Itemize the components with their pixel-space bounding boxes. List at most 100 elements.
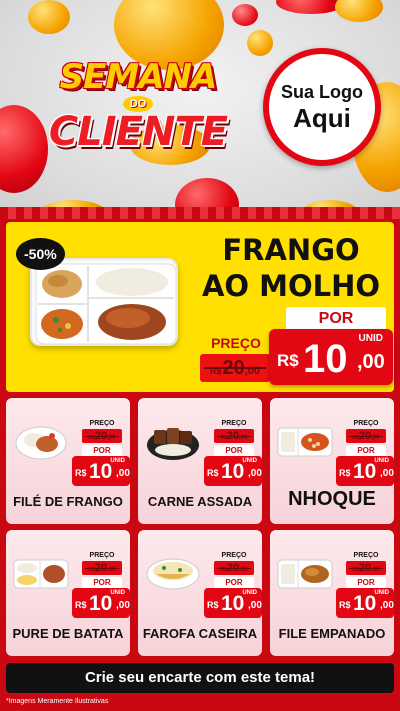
new-price-dec: ,00 bbox=[116, 468, 130, 479]
title-cliente: CLIENTE bbox=[48, 109, 228, 155]
tray-breaded-icon bbox=[276, 552, 334, 594]
hero-banner: SEMANA DO CLIENTE Sua Logo Aqui bbox=[0, 0, 400, 215]
decorative-ribbon bbox=[0, 207, 400, 219]
por-label: POR bbox=[346, 577, 386, 588]
logo-placeholder[interactable]: Sua Logo Aqui bbox=[263, 48, 381, 166]
strikethrough bbox=[349, 568, 383, 569]
product-card[interactable]: PREÇO R$ 20,00 POR UNID R$ 10,00 PURE DE BA… bbox=[6, 530, 130, 656]
featured-product[interactable]: -50% FRANGO AO MOLHO PREÇO R$ 20 ,00 POR… bbox=[6, 222, 394, 392]
tray-chicken-sauce-icon bbox=[30, 258, 178, 346]
old-price: R$ 20,00 bbox=[346, 561, 386, 575]
disclaimer: *Imagens Meramente Ilustrativas bbox=[6, 698, 109, 705]
new-price-currency: R$ bbox=[277, 351, 299, 370]
unit-label: UNID bbox=[242, 458, 257, 464]
title-semana: SEMANA bbox=[59, 57, 218, 97]
product-name: NHOQUE bbox=[288, 488, 376, 510]
new-price-int: 10 bbox=[221, 460, 245, 483]
new-price-currency: R$ bbox=[207, 600, 219, 610]
por-label: POR bbox=[214, 445, 254, 456]
title-do: DO bbox=[122, 96, 154, 112]
logo-text-line1: Sua Logo bbox=[281, 82, 363, 102]
por-label: POR bbox=[346, 445, 386, 456]
price-label: PREÇO bbox=[89, 552, 115, 559]
unit-label: UNID bbox=[242, 590, 257, 596]
product-card[interactable]: PREÇO R$ 20,00 POR UNID R$ 10,00 NHOQUE bbox=[270, 398, 394, 524]
new-price-int: 10 bbox=[353, 592, 377, 615]
new-price: UNID R$ 10,00 bbox=[204, 588, 262, 618]
old-price: R$ 20 ,00 bbox=[200, 354, 270, 382]
new-price-int: 10 bbox=[303, 337, 348, 381]
product-card[interactable]: PREÇO R$ 20,00 POR UNID R$ 10,00 FILE EMPAN… bbox=[270, 530, 394, 656]
product-name: CARNE ASSADA bbox=[147, 494, 253, 509]
por-label: POR bbox=[82, 445, 122, 456]
new-price-dec: ,00 bbox=[248, 468, 262, 479]
old-price: R$ 20,00 bbox=[82, 561, 122, 575]
campaign-title: SEMANA DO CLIENTE bbox=[18, 60, 258, 152]
new-price-dec: ,00 bbox=[357, 351, 385, 373]
price-label: PREÇO bbox=[89, 420, 115, 427]
old-price: R$ 20,00 bbox=[346, 429, 386, 443]
strikethrough bbox=[85, 568, 119, 569]
product-card[interactable]: PREÇO R$ 20,00 POR UNID R$ 10,00 FILÉ DE FR… bbox=[6, 398, 130, 524]
strikethrough bbox=[349, 436, 383, 437]
product-name: FILE EMPANADO bbox=[278, 626, 386, 641]
unit-label: UNID bbox=[110, 590, 125, 596]
logo-text-line2: Aqui bbox=[293, 103, 351, 133]
new-price-dec: ,00 bbox=[380, 468, 394, 479]
strikethrough bbox=[204, 367, 266, 369]
new-price-dec: ,00 bbox=[248, 600, 262, 611]
tray-pure-icon bbox=[12, 552, 70, 594]
product-name: PURE DE BATATA bbox=[12, 626, 124, 641]
new-price-dec: ,00 bbox=[380, 600, 394, 611]
product-card[interactable]: PREÇO R$ 20,00 POR UNID R$ 10,00 CARNE ASSA… bbox=[138, 398, 262, 524]
new-price-int: 10 bbox=[89, 460, 113, 483]
strikethrough bbox=[217, 568, 251, 569]
red-balloon bbox=[232, 4, 258, 26]
product-name: FAROFA CASEIRA bbox=[142, 626, 258, 641]
price-label: PREÇO bbox=[221, 420, 247, 427]
price-label: PREÇO bbox=[211, 335, 261, 351]
bowl-beef-icon bbox=[144, 420, 202, 462]
price-label: PREÇO bbox=[221, 552, 247, 559]
yellow-balloon bbox=[247, 30, 273, 56]
featured-name-line1: FRANGO bbox=[222, 233, 360, 267]
new-price: UNID R$ 10 ,00 bbox=[269, 329, 393, 385]
new-price-int: 10 bbox=[89, 592, 113, 615]
yellow-balloon bbox=[28, 0, 70, 34]
new-price-currency: R$ bbox=[75, 600, 87, 610]
price-label: PREÇO bbox=[353, 420, 379, 427]
bowl-farofa-icon bbox=[144, 552, 202, 594]
new-price-currency: R$ bbox=[339, 468, 351, 478]
new-price-int: 10 bbox=[353, 460, 377, 483]
por-label: POR bbox=[286, 307, 386, 331]
bowl-chicken-icon bbox=[12, 420, 70, 462]
unit-label: UNID bbox=[358, 333, 383, 344]
strikethrough bbox=[85, 436, 119, 437]
old-price: R$ 20,00 bbox=[82, 429, 122, 443]
new-price: UNID R$ 10,00 bbox=[72, 456, 130, 486]
old-price: R$ 20,00 bbox=[214, 561, 254, 575]
yellow-balloon bbox=[335, 0, 383, 22]
new-price-dec: ,00 bbox=[116, 600, 130, 611]
new-price-int: 10 bbox=[221, 592, 245, 615]
featured-name: FRANGO AO MOLHO bbox=[196, 232, 386, 304]
cta-button[interactable]: Crie seu encarte com este tema! bbox=[6, 663, 394, 693]
old-price: R$ 20,00 bbox=[214, 429, 254, 443]
new-price: UNID R$ 10,00 bbox=[72, 588, 130, 618]
new-price-currency: R$ bbox=[75, 468, 87, 478]
new-price: UNID R$ 10,00 bbox=[204, 456, 262, 486]
por-label: POR bbox=[214, 577, 254, 588]
tray-gnocchi-icon bbox=[276, 420, 334, 462]
product-card[interactable]: PREÇO R$ 20,00 POR UNID R$ 10,00 FAROFA CAS… bbox=[138, 530, 262, 656]
unit-label: UNID bbox=[110, 458, 125, 464]
discount-badge: -50% bbox=[16, 238, 65, 270]
unit-label: UNID bbox=[374, 458, 389, 464]
new-price-currency: R$ bbox=[207, 468, 219, 478]
featured-name-line2: AO MOLHO bbox=[201, 269, 381, 303]
new-price-currency: R$ bbox=[339, 600, 351, 610]
product-name: FILÉ DE FRANGO bbox=[13, 494, 123, 509]
new-price: UNID R$ 10,00 bbox=[336, 456, 394, 486]
strikethrough bbox=[217, 436, 251, 437]
price-label: PREÇO bbox=[353, 552, 379, 559]
new-price: UNID R$ 10,00 bbox=[336, 588, 394, 618]
